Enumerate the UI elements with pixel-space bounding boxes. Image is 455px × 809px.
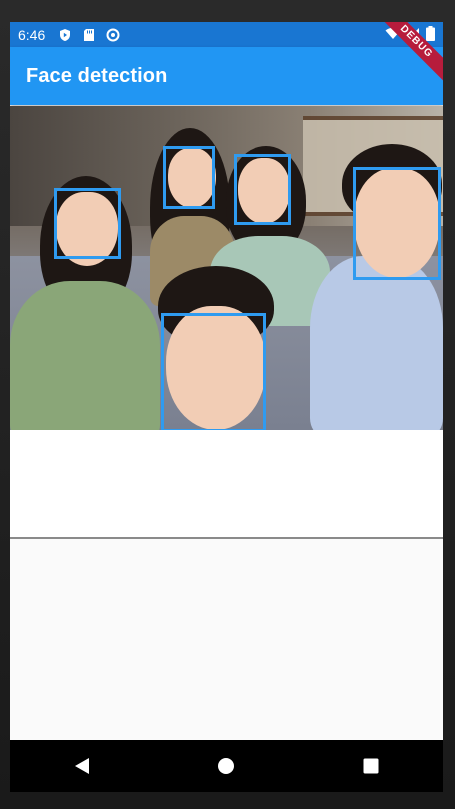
face-detection-box — [353, 167, 441, 280]
face-detection-box — [54, 188, 121, 259]
person-shirt — [310, 256, 443, 430]
sd-card-icon — [81, 27, 97, 43]
device-frame: 6:46 Face detection DEBUG — [0, 0, 455, 809]
result-area — [10, 430, 443, 538]
person-shirt — [10, 281, 160, 430]
back-triangle-icon[interactable] — [62, 746, 102, 786]
screen: 6:46 Face detection DEBUG — [10, 22, 443, 792]
sync-circle-icon — [105, 27, 121, 43]
app-bar: Face detection — [10, 47, 443, 105]
recents-square-icon[interactable] — [351, 746, 391, 786]
navigation-bar — [10, 740, 443, 792]
face-detection-box — [234, 154, 291, 225]
face-detection-box — [163, 146, 215, 209]
empty-content-area — [10, 539, 443, 740]
app-title: Face detection — [26, 64, 168, 87]
status-bar: 6:46 — [10, 22, 443, 47]
shield-play-icon — [57, 27, 73, 43]
status-time: 6:46 — [18, 26, 46, 43]
face-detection-box — [161, 313, 266, 430]
home-circle-icon[interactable] — [206, 746, 246, 786]
photo-image — [10, 106, 443, 430]
battery-icon — [426, 25, 435, 44]
